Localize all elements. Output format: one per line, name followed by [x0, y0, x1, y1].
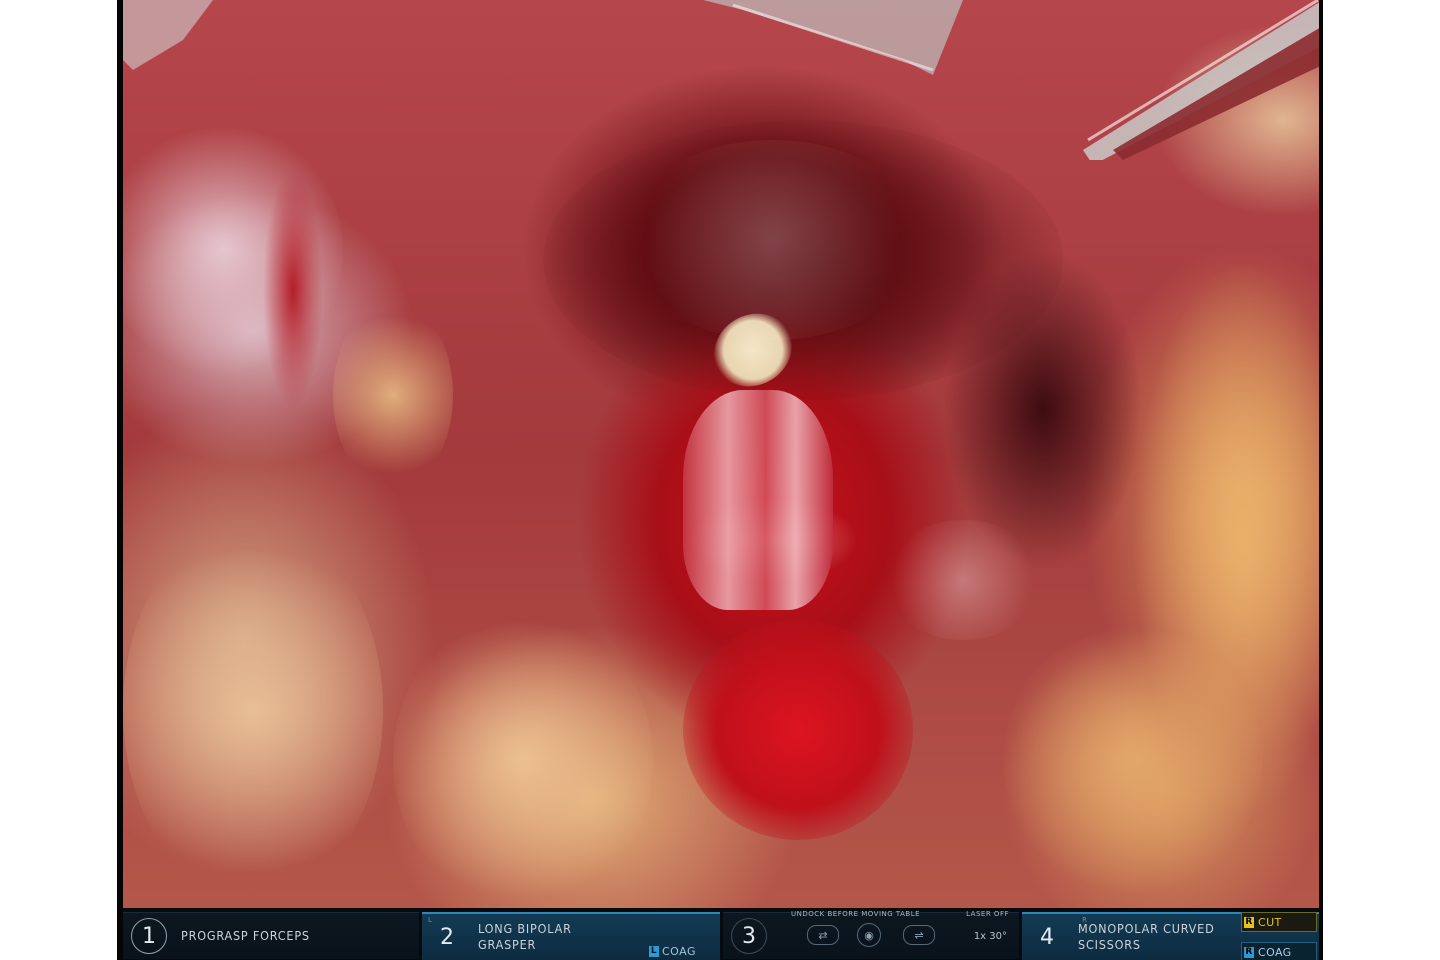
- arm-2-side-indicator: L: [428, 916, 432, 924]
- camera-status-text: UNDOCK BEFORE MOVING TABLE: [791, 910, 921, 918]
- laser-status-text: LASER OFF: [966, 910, 1009, 918]
- arm-4-cut-mode: R CUT: [1241, 912, 1317, 932]
- instrument-status-bar: 1 PROGRASP FORCEPS L 2 LONG BIPOLAR GRAS…: [123, 908, 1319, 960]
- instrument-tip-top-left: [123, 0, 223, 70]
- arm-2-mode-letter: L: [648, 946, 659, 957]
- tissue-fat-lower-right: [1003, 620, 1263, 900]
- arm-4-cut-letter: R: [1244, 916, 1254, 928]
- tissue-fat-lower-left: [123, 520, 383, 900]
- urethra-stump: [683, 390, 833, 610]
- arm-2-instrument-name: LONG BIPOLAR GRASPER: [478, 921, 572, 952]
- arm-4-side-indicator: R: [1082, 916, 1087, 924]
- arm-4-cut-label: CUT: [1258, 915, 1282, 929]
- specular-highlight: [623, 140, 923, 340]
- instrument-tip-right: [1073, 0, 1319, 165]
- arm-4-slot[interactable]: R 4 MONOPOLAR CURVED SCISSORS R CUT R CO…: [1022, 912, 1319, 960]
- tissue-fat-center-left: [333, 300, 453, 490]
- arm-3-camera-slot[interactable]: UNDOCK BEFORE MOVING TABLE LASER OFF 3 ⇄…: [723, 910, 1019, 959]
- camera-zoom-angle: 1x 30°: [973, 931, 1007, 942]
- specular-highlight-2: [883, 520, 1043, 640]
- arm-4-instrument-name: MONOPOLAR CURVED SCISSORS: [1078, 921, 1215, 952]
- endoscope-video-feed: [123, 0, 1319, 908]
- tissue-fat-bottom: [393, 610, 653, 908]
- arm-2-number: 2: [440, 924, 454, 950]
- arm-2-mode-label: COAG: [661, 945, 696, 958]
- arm-3-number: 3: [731, 918, 767, 954]
- camera-center-icon: ◉: [857, 923, 881, 947]
- arm-4-coag-mode: R COAG: [1241, 942, 1317, 960]
- camera-right-icon: ⇌: [903, 925, 935, 945]
- arm-1-slot[interactable]: 1 PROGRASP FORCEPS: [123, 912, 419, 959]
- surgical-display: 1 PROGRASP FORCEPS L 2 LONG BIPOLAR GRAS…: [117, 0, 1323, 960]
- camera-left-icon: ⇄: [807, 925, 839, 945]
- bladder-neck-opening: [683, 620, 913, 840]
- arm-4-number: 4: [1040, 924, 1054, 950]
- arm-2-energy-mode: L COAG: [648, 945, 696, 958]
- instrument-tip-top: [703, 0, 963, 80]
- tissue-vessel-left: [263, 170, 323, 410]
- arm-1-number: 1: [131, 918, 167, 954]
- arm-4-coag-label: COAG: [1258, 945, 1292, 959]
- arm-4-coag-letter: R: [1244, 946, 1254, 958]
- arm-2-slot[interactable]: L 2 LONG BIPOLAR GRASPER L COAG: [422, 912, 720, 960]
- arm-1-instrument-name: PROGRASP FORCEPS: [181, 928, 310, 943]
